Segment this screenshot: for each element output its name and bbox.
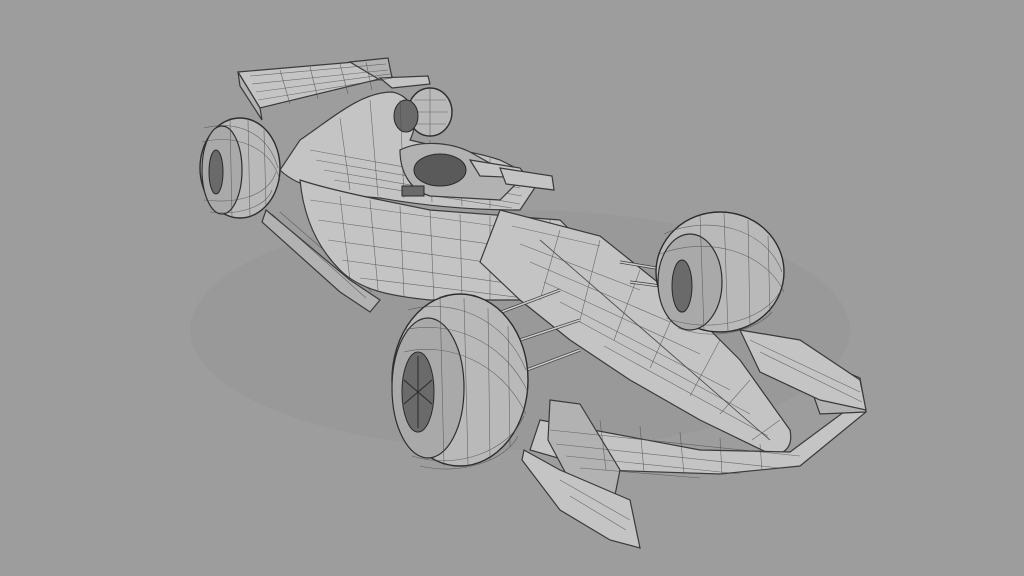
rear-left-tire <box>199 117 281 219</box>
car-wireframe-model <box>190 57 867 549</box>
render-viewport <box>0 0 1024 576</box>
